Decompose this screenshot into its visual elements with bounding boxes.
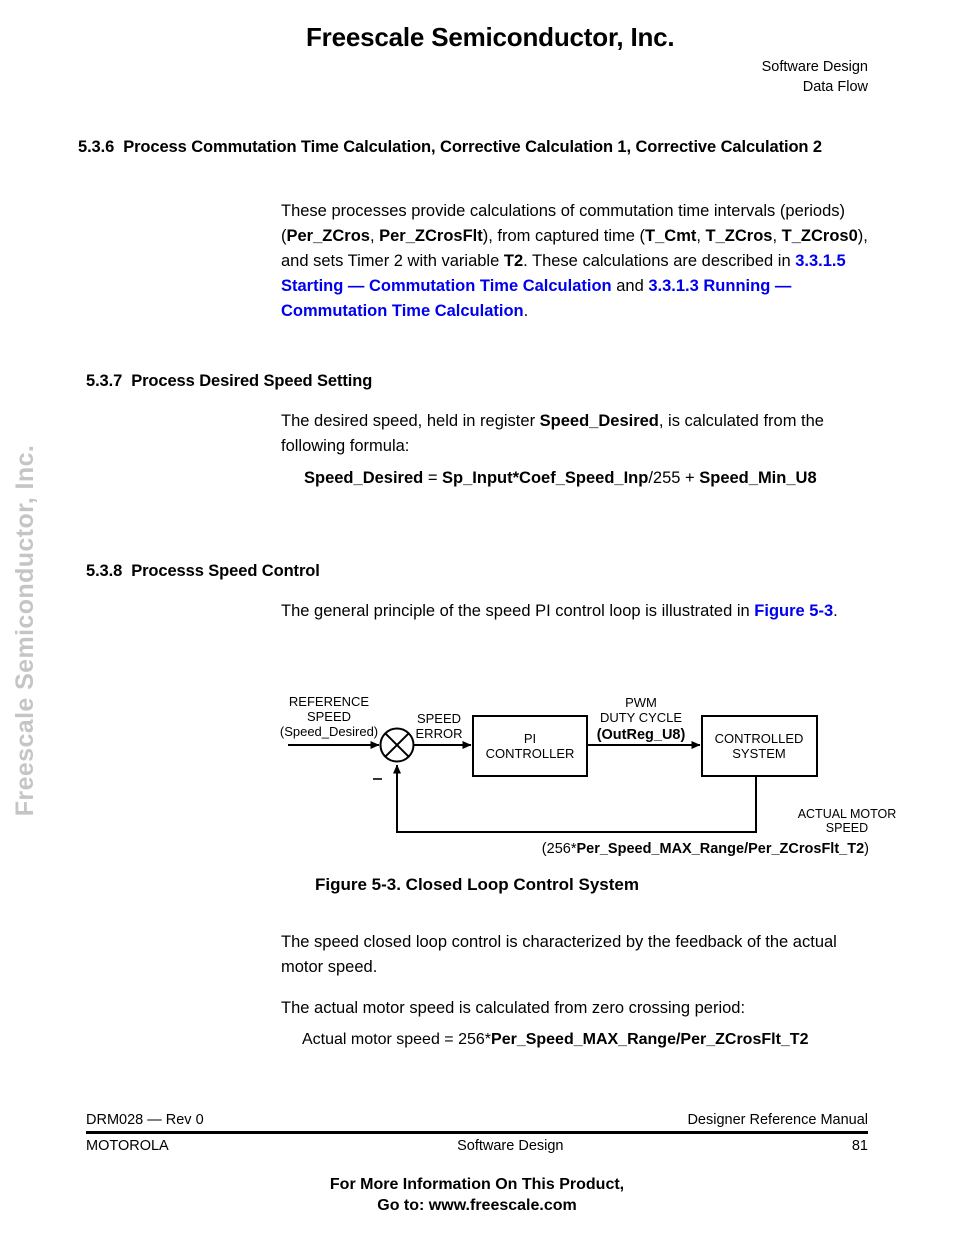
label-reference-speed-line3: (Speed_Desired) <box>280 724 378 739</box>
footer-promo-line1: For More Information On This Product, <box>329 1176 625 1193</box>
text-run: (256* <box>541 841 577 857</box>
label-controlled-system-line1: CONTROLLED <box>715 731 804 746</box>
label-actual-motor-line2: SPEED <box>826 821 868 835</box>
footer-page-number: 81 <box>851 1138 868 1154</box>
label-pwm-line1: PWM <box>625 695 657 710</box>
footer-bottom-row: MOTOROLA Software Design 81 <box>86 1138 868 1154</box>
figure-5-3: REFERENCE SPEED (Speed_Desired) SPEED ER… <box>0 0 954 900</box>
label-speed-error-line1: SPEED <box>417 711 461 726</box>
footer-manual-name: Designer Reference Manual <box>687 1112 868 1128</box>
figure-caption: Figure 5-3. Closed Loop Control System <box>315 875 639 894</box>
footer-doc-id: DRM028 — Rev 0 <box>86 1112 204 1128</box>
label-pi-controller-line2: CONTROLLER <box>486 746 575 761</box>
footer-promo-line2: Go to: www.freescale.com <box>377 1197 577 1214</box>
label-controlled-system-line2: SYSTEM <box>732 746 785 761</box>
label-pi-controller-line1: PI <box>524 731 536 746</box>
label-reference-speed-line1: REFERENCE <box>289 694 370 709</box>
text-run: ) <box>864 841 869 857</box>
footer-company: MOTOROLA <box>86 1138 169 1154</box>
footer-promo: For More Information On This Product, Go… <box>0 1174 954 1216</box>
label-reference-speed-line2: SPEED <box>307 709 351 724</box>
formula-feedback-expression: Per_Speed_MAX_Range/Per_ZCrosFlt_T2 <box>576 841 865 857</box>
label-pwm-line3-outreg: (OutReg_U8) <box>597 727 686 743</box>
footer-top-row: DRM028 — Rev 0 Designer Reference Manual <box>86 1112 868 1131</box>
footer-divider <box>86 1131 868 1134</box>
paragraph-closed-loop: The speed closed loop control is charact… <box>281 933 837 976</box>
text-run: Actual motor speed = 256* <box>302 1031 492 1048</box>
label-pwm-line2: DUTY CYCLE <box>600 710 682 725</box>
page-footer: DRM028 — Rev 0 Designer Reference Manual… <box>86 1112 868 1154</box>
closed-loop-diagram: REFERENCE SPEED (Speed_Desired) SPEED ER… <box>280 694 897 835</box>
equation-expression: Per_Speed_MAX_Range/Per_ZCrosFlt_T2 <box>491 1031 809 1048</box>
paragraph-actual-speed: The actual motor speed is calculated fro… <box>281 999 746 1017</box>
figure-feedback-formula: (256*Per_Speed_MAX_Range/Per_ZCrosFlt_T2… <box>0 841 869 857</box>
label-speed-error-line2: ERROR <box>416 726 463 741</box>
label-actual-motor-line1: ACTUAL MOTOR <box>798 807 897 821</box>
equation-actual-motor-speed: Actual motor speed = 256*Per_Speed_MAX_R… <box>302 1028 902 1052</box>
footer-center-title: Software Design <box>457 1138 564 1154</box>
